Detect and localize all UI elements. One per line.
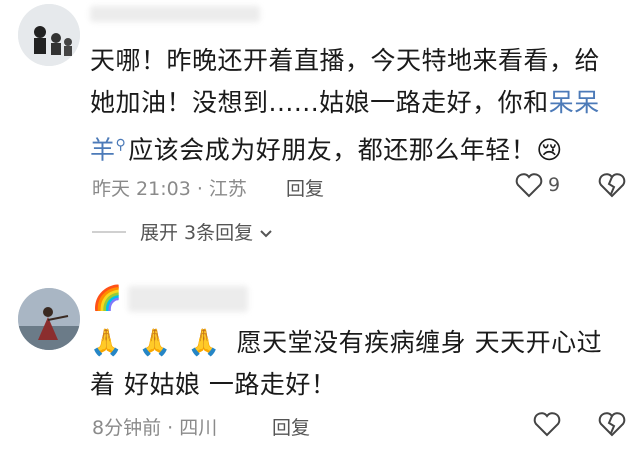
reply-button[interactable]: 回复: [272, 413, 310, 440]
username-redacted: [128, 286, 248, 312]
heart-outline-icon: [515, 173, 543, 198]
heart-outline-icon: [533, 412, 561, 437]
broken-heart-icon: [598, 412, 626, 437]
search-icon[interactable]: ⚲: [116, 124, 127, 166]
comment-text-part2: 应该会成为好朋友，都还那么年轻！😢: [128, 135, 563, 165]
like-button[interactable]: [533, 411, 561, 441]
reply-button[interactable]: 回复: [286, 174, 324, 201]
comment-meta: 昨天 21:03 · 江苏: [92, 178, 247, 200]
broken-heart-icon: [598, 173, 626, 198]
like-button[interactable]: [515, 172, 543, 202]
avatar-image: [18, 288, 80, 350]
expand-replies-button[interactable]: 展开 3条回复: [140, 218, 273, 245]
dislike-button[interactable]: [598, 172, 626, 202]
rainbow-emoji: 🌈: [92, 284, 122, 312]
comment-text: 🙏 🙏 🙏 愿天堂没有疾病缠身 天天开心过着 好姑娘 一路走好！: [90, 322, 620, 406]
dislike-button[interactable]: [598, 411, 626, 441]
avatar[interactable]: [18, 288, 80, 350]
expand-divider: [92, 231, 126, 233]
like-count: 9: [548, 174, 561, 196]
comment-text: 天哪！昨晚还开着直播，今天特地来看看，给她加油！没想到......姑娘一路走好，…: [90, 40, 620, 171]
pray-emoji: 🙏: [138, 328, 172, 358]
pray-emoji: 🙏: [187, 328, 221, 358]
avatar[interactable]: [18, 4, 80, 66]
chevron-down-icon: [260, 230, 272, 238]
username-redacted: [90, 6, 260, 22]
avatar-image: [18, 4, 80, 66]
comment-meta: 8分钟前 · 四川: [92, 417, 218, 439]
pray-emoji: 🙏: [90, 328, 123, 358]
comment-text-part1: 天哪！昨晚还开着直播，今天特地来看看，给她加油！没想到......姑娘一路走好，…: [90, 46, 601, 117]
expand-label: 展开 3条回复: [140, 222, 254, 244]
